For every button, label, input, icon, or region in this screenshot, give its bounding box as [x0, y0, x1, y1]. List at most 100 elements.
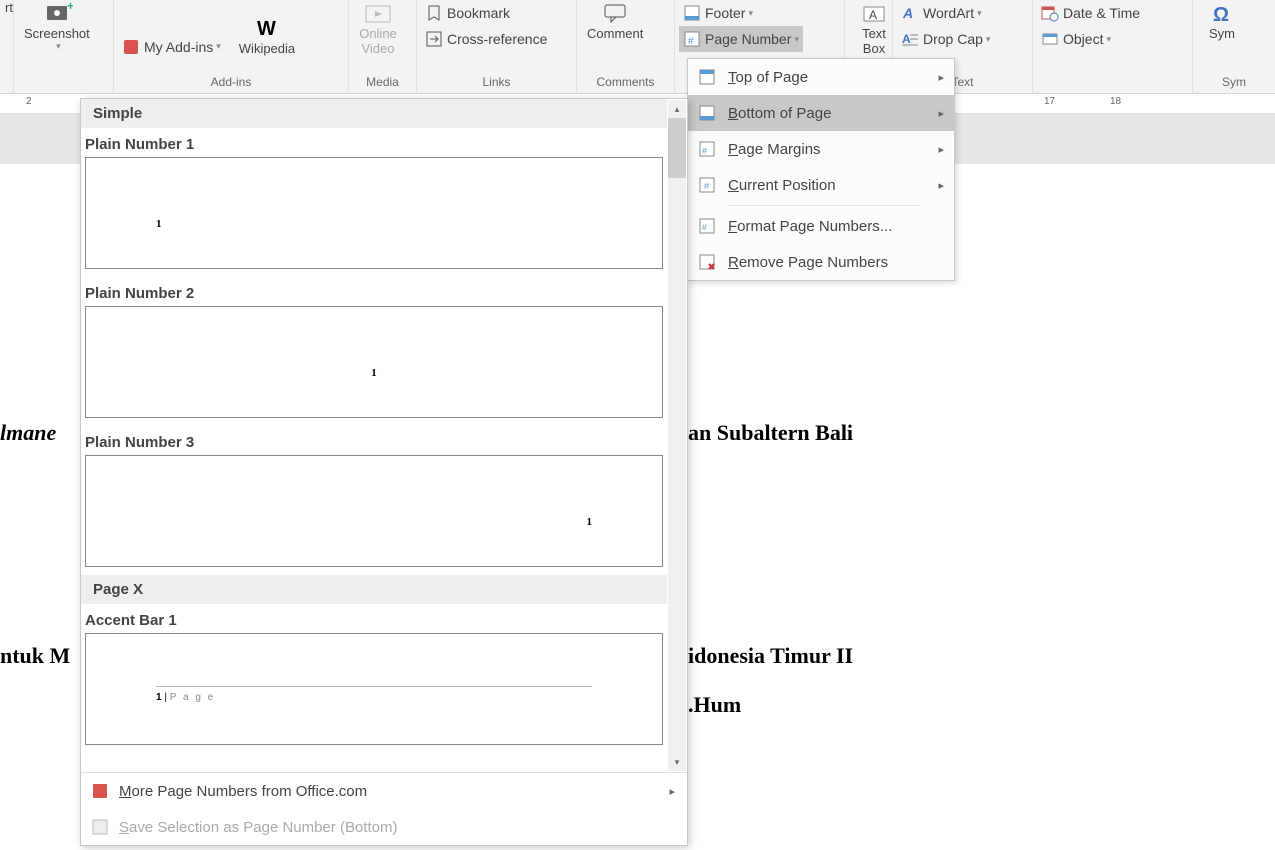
symbol-button[interactable]: Ω Sym [1197, 0, 1247, 43]
wikipedia-label: Wikipedia [239, 41, 295, 56]
page-number-gallery: Simple Plain Number 1 1 Plain Number 2 1… [80, 98, 688, 846]
bookmark-label: Bookmark [447, 5, 510, 21]
text-box-l1: Text [862, 26, 886, 41]
format-icon: # [698, 217, 716, 235]
doc-text-1: lmane [0, 420, 56, 446]
my-addins-label: My Add-ins [144, 39, 213, 55]
online-video-l1: Online [359, 26, 397, 41]
doc-text-2: an Subaltern Bali [688, 420, 853, 446]
svg-text:#: # [702, 146, 707, 156]
scroll-thumb[interactable] [668, 118, 686, 178]
gallery-scrollbar[interactable]: ▴ ▾ [668, 100, 686, 771]
gallery-preview-plain3[interactable]: 1 [85, 455, 663, 567]
comment-button[interactable]: Comment [581, 0, 649, 43]
remove-icon [698, 253, 716, 271]
bookmark-icon [425, 4, 443, 22]
preview-number: 1 [371, 367, 377, 379]
screenshot-icon: + [41, 2, 73, 26]
gallery-preview-plain2[interactable]: 1 [85, 306, 663, 418]
ruler-mark-17: 17 [1044, 96, 1055, 107]
accent-line [156, 686, 592, 687]
page-number-label: Page Number [705, 31, 791, 47]
links-group-label: Links [421, 73, 572, 93]
svg-text:#: # [704, 181, 709, 191]
menu-remove-label: Remove Page Numbers [728, 254, 888, 271]
gallery-preview-plain1[interactable]: 1 [85, 157, 663, 269]
date-time-icon [1041, 4, 1059, 22]
preview-number: 1 [587, 516, 593, 528]
video-icon [362, 2, 394, 26]
save-icon [91, 818, 109, 836]
menu-bottom-of-page-label: Bottom of Page [728, 105, 831, 122]
current-position-icon: # [698, 176, 716, 194]
preview-number: 1 [156, 218, 162, 230]
chart-button[interactable]: rt [4, 0, 14, 15]
comment-icon [599, 2, 631, 26]
accent-text: 1 | P a g e [156, 692, 215, 703]
online-video-l2: Video [361, 41, 394, 56]
svg-text:+: + [67, 2, 73, 13]
page-number-button[interactable]: # Page Number [679, 26, 803, 52]
addins-icon [122, 38, 140, 56]
page-number-icon: # [683, 30, 701, 48]
menu-current-position[interactable]: # Current Position [688, 167, 954, 203]
wikipedia-icon: W [251, 17, 283, 41]
media-group-label: Media [353, 73, 412, 93]
online-video-button[interactable]: Online Video [353, 0, 403, 58]
text-box-l2: Box [863, 41, 885, 56]
symbol-label: Sym [1209, 26, 1235, 41]
menu-page-margins-label: Page Margins [728, 141, 821, 158]
chart-label: rt [5, 0, 13, 15]
more-page-numbers[interactable]: More Page Numbers from Office.com [81, 773, 687, 809]
svg-text:#: # [688, 36, 694, 47]
gallery-header-pagex: Page X [81, 575, 667, 604]
scroll-up-button[interactable]: ▴ [668, 100, 686, 118]
object-button[interactable]: Object [1037, 26, 1144, 52]
wordart-label: WordArt [923, 5, 974, 21]
date-time-label: Date & Time [1063, 5, 1140, 21]
svg-text:#: # [702, 223, 707, 232]
svg-text:A: A [869, 8, 877, 22]
my-addins-button[interactable]: My Add-ins [118, 34, 225, 60]
office-icon [91, 782, 109, 800]
cross-reference-icon [425, 30, 443, 48]
svg-text:Ω: Ω [1213, 4, 1229, 26]
menu-top-of-page-label: Top of Page [728, 69, 808, 86]
screenshot-label: Screenshot [24, 26, 90, 41]
comment-label: Comment [587, 26, 643, 41]
gallery-footer: More Page Numbers from Office.com Save S… [81, 772, 687, 845]
screenshot-button[interactable]: + Screenshot [18, 0, 96, 54]
page-number-menu: Top of Page Bottom of Page # Page Margin… [687, 58, 955, 281]
footer-button[interactable]: Footer [679, 0, 803, 26]
more-page-numbers-label: More Page Numbers from Office.com [119, 783, 367, 800]
wikipedia-button[interactable]: W Wikipedia [233, 15, 301, 58]
save-selection: Save Selection as Page Number (Bottom) [81, 809, 687, 845]
drop-cap-button[interactable]: A Drop Cap [897, 26, 994, 52]
ribbon: rt + Screenshot My Add-ins W Wikipedia A… [0, 0, 1275, 94]
date-time-button[interactable]: Date & Time [1037, 0, 1144, 26]
symbols-group-label: Sym [1197, 73, 1271, 93]
scroll-down-button[interactable]: ▾ [668, 753, 686, 771]
menu-top-of-page[interactable]: Top of Page [688, 59, 954, 95]
menu-format-page-numbers[interactable]: # Format Page Numbers... [688, 208, 954, 244]
wordart-icon: A [901, 4, 919, 22]
menu-remove-page-numbers[interactable]: Remove Page Numbers [688, 244, 954, 280]
drop-cap-icon: A [901, 30, 919, 48]
gallery-preview-accent1[interactable]: 1 | P a g e [85, 633, 663, 745]
cross-reference-button[interactable]: Cross-reference [421, 26, 551, 52]
object-label: Object [1063, 31, 1103, 47]
footer-icon [683, 4, 701, 22]
wordart-button[interactable]: A WordArt [897, 0, 994, 26]
svg-text:W: W [257, 18, 276, 40]
doc-text-4: idonesia Timur II [688, 643, 853, 669]
menu-separator [728, 205, 920, 206]
menu-bottom-of-page[interactable]: Bottom of Page [688, 95, 954, 131]
cross-reference-label: Cross-reference [447, 31, 547, 47]
menu-current-position-label: Current Position [728, 177, 836, 194]
bookmark-button[interactable]: Bookmark [421, 0, 551, 26]
comments-group-label: Comments [581, 73, 670, 93]
menu-page-margins[interactable]: # Page Margins [688, 131, 954, 167]
doc-text-5: .Hum [688, 692, 741, 718]
symbol-icon: Ω [1206, 2, 1238, 26]
gallery-label-plain3: Plain Number 3 [81, 426, 667, 455]
